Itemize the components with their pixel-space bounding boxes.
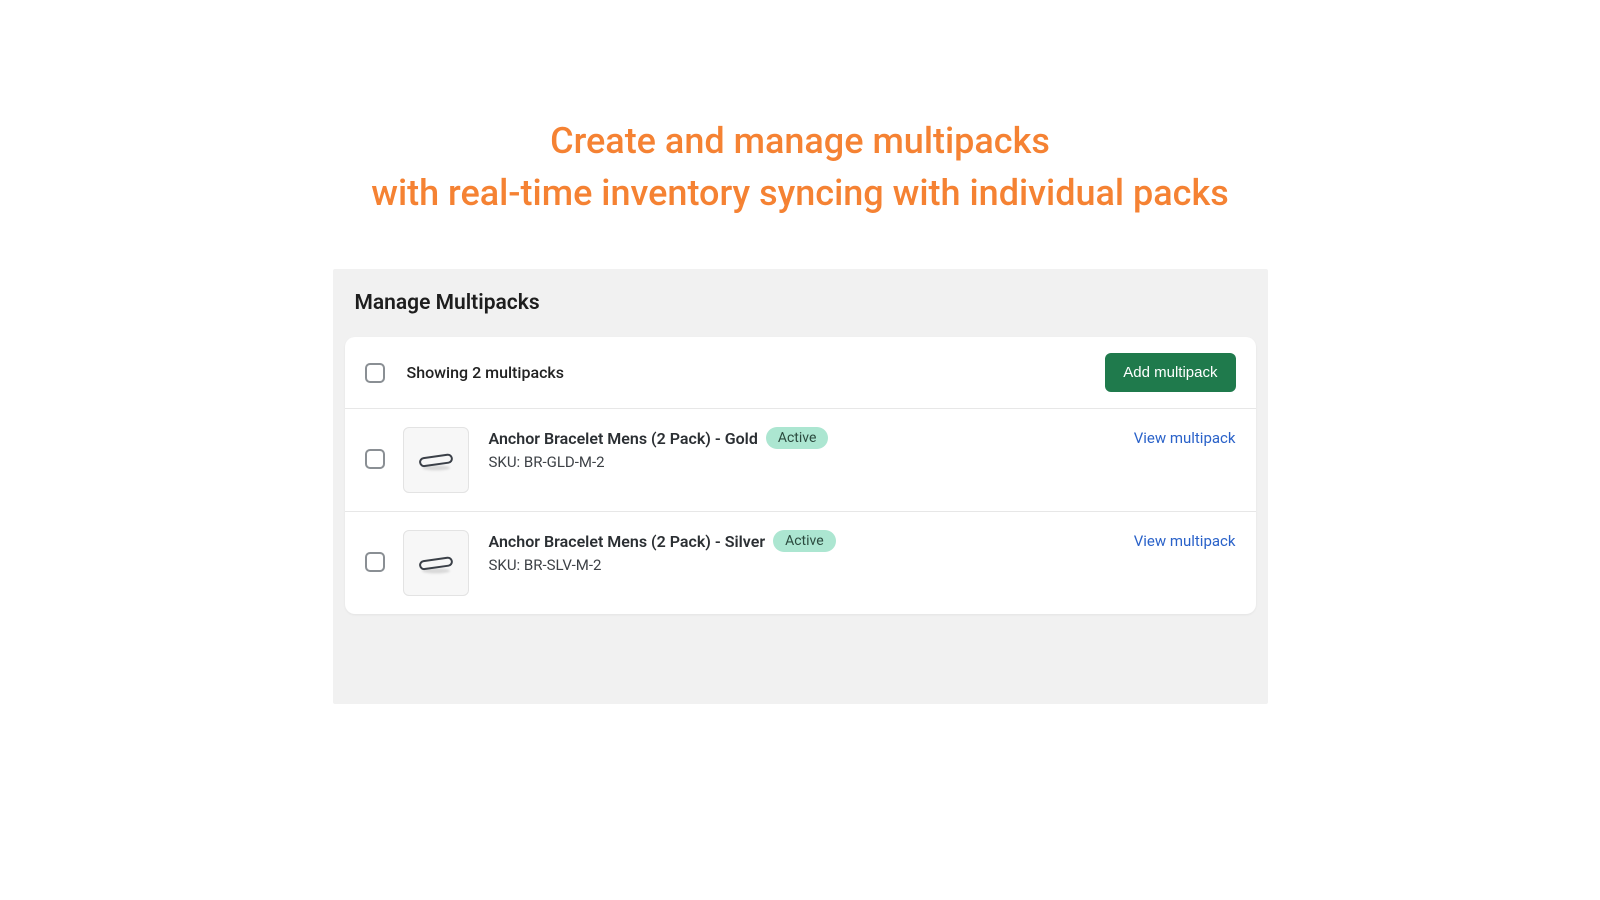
select-all-checkbox[interactable]	[365, 363, 385, 383]
hero-line-1: Create and manage multipacks	[0, 115, 1600, 167]
results-count: Showing 2 multipacks	[407, 363, 565, 382]
multipack-row: Anchor Bracelet Mens (2 Pack) - Silver A…	[345, 512, 1256, 614]
select-row-checkbox[interactable]	[365, 552, 385, 572]
card-header: Showing 2 multipacks Add multipack	[345, 337, 1256, 409]
product-thumbnail	[403, 530, 469, 596]
panel-title: Manage Multipacks	[333, 291, 1268, 337]
view-multipack-link[interactable]: View multipack	[1134, 429, 1236, 447]
multipack-row: Anchor Bracelet Mens (2 Pack) - Gold Act…	[345, 409, 1256, 512]
product-title: Anchor Bracelet Mens (2 Pack) - Silver	[489, 532, 766, 551]
status-badge: Active	[773, 530, 836, 552]
product-sku: SKU: BR-GLD-M-2	[489, 453, 1134, 471]
row-body: Anchor Bracelet Mens (2 Pack) - Silver A…	[489, 530, 1134, 574]
add-multipack-button[interactable]: Add multipack	[1105, 353, 1235, 392]
product-thumbnail	[403, 427, 469, 493]
hero-line-2: with real-time inventory syncing with in…	[0, 167, 1600, 219]
status-badge: Active	[766, 427, 829, 449]
select-row-checkbox[interactable]	[365, 449, 385, 469]
hero-heading: Create and manage multipacks with real-t…	[0, 0, 1600, 269]
manage-multipacks-panel: Manage Multipacks Showing 2 multipacks A…	[333, 269, 1268, 704]
row-body: Anchor Bracelet Mens (2 Pack) - Gold Act…	[489, 427, 1134, 471]
product-sku: SKU: BR-SLV-M-2	[489, 556, 1134, 574]
multipacks-card: Showing 2 multipacks Add multipack Ancho…	[345, 337, 1256, 614]
view-multipack-link[interactable]: View multipack	[1134, 532, 1236, 550]
product-title: Anchor Bracelet Mens (2 Pack) - Gold	[489, 429, 758, 448]
